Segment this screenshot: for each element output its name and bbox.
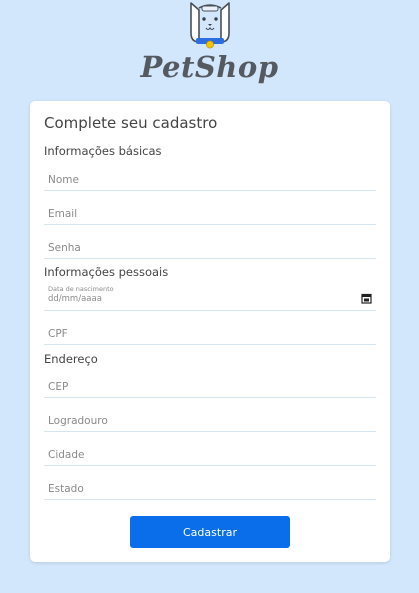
section-basic-info: Informações básicas (44, 144, 162, 158)
street-field[interactable]: Logradouro (44, 409, 376, 432)
password-field[interactable]: Senha (44, 236, 376, 259)
state-field[interactable]: Estado (44, 477, 376, 500)
cep-placeholder: CEP (48, 381, 69, 393)
city-placeholder: Cidade (48, 449, 85, 461)
dog-mascot-icon (190, 2, 230, 49)
form-title: Complete seu cadastro (44, 114, 218, 132)
brand-logo-text: PetShop (140, 50, 279, 84)
email-field[interactable]: Email (44, 202, 376, 225)
header: PetShop (0, 0, 419, 98)
submit-button[interactable]: Cadastrar (130, 516, 290, 548)
birthdate-field[interactable]: Data de nascimento dd/mm/aaaa (44, 285, 376, 311)
section-personal-info: Informações pessoais (44, 265, 169, 279)
section-address: Endereço (44, 352, 98, 366)
calendar-icon[interactable] (361, 293, 372, 304)
signup-card: Complete seu cadastro Informações básica… (30, 101, 390, 562)
name-field[interactable]: Nome (44, 168, 376, 191)
cep-field[interactable]: CEP (44, 375, 376, 398)
cpf-placeholder: CPF (48, 328, 68, 340)
street-placeholder: Logradouro (48, 415, 108, 427)
birthdate-label: Data de nascimento (48, 285, 114, 293)
city-field[interactable]: Cidade (44, 443, 376, 466)
state-placeholder: Estado (48, 483, 84, 495)
birthdate-placeholder: dd/mm/aaaa (48, 294, 102, 304)
email-placeholder: Email (48, 208, 78, 220)
password-placeholder: Senha (48, 242, 81, 254)
cpf-field[interactable]: CPF (44, 322, 376, 345)
name-placeholder: Nome (48, 174, 79, 186)
